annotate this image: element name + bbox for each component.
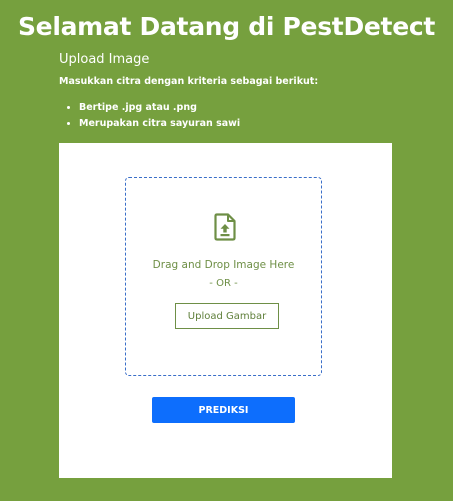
page-title: Selamat Datang di PestDetect: [17, 12, 436, 41]
upload-image-button[interactable]: Upload Gambar: [175, 303, 279, 329]
drop-zone[interactable]: Drag and Drop Image Here - OR - Upload G…: [125, 177, 322, 376]
criteria-list: Bertipe .jpg atau .png Merupakan citra s…: [59, 100, 240, 132]
or-separator: - OR -: [209, 278, 238, 289]
upload-section-title: Upload Image: [59, 52, 150, 67]
page: Selamat Datang di PestDetect Upload Imag…: [0, 0, 453, 501]
criteria-item-file-type: Bertipe .jpg atau .png: [79, 100, 240, 116]
predict-button[interactable]: PREDIKSI: [152, 397, 295, 423]
drag-drop-text: Drag and Drop Image Here: [152, 259, 295, 271]
upload-instruction: Masukkan citra dengan kriteria sebagai b…: [59, 76, 319, 87]
criteria-item-vegetable: Merupakan citra sayuran sawi: [79, 116, 240, 132]
file-upload-icon: [214, 213, 236, 241]
upload-card: Drag and Drop Image Here - OR - Upload G…: [59, 143, 392, 478]
